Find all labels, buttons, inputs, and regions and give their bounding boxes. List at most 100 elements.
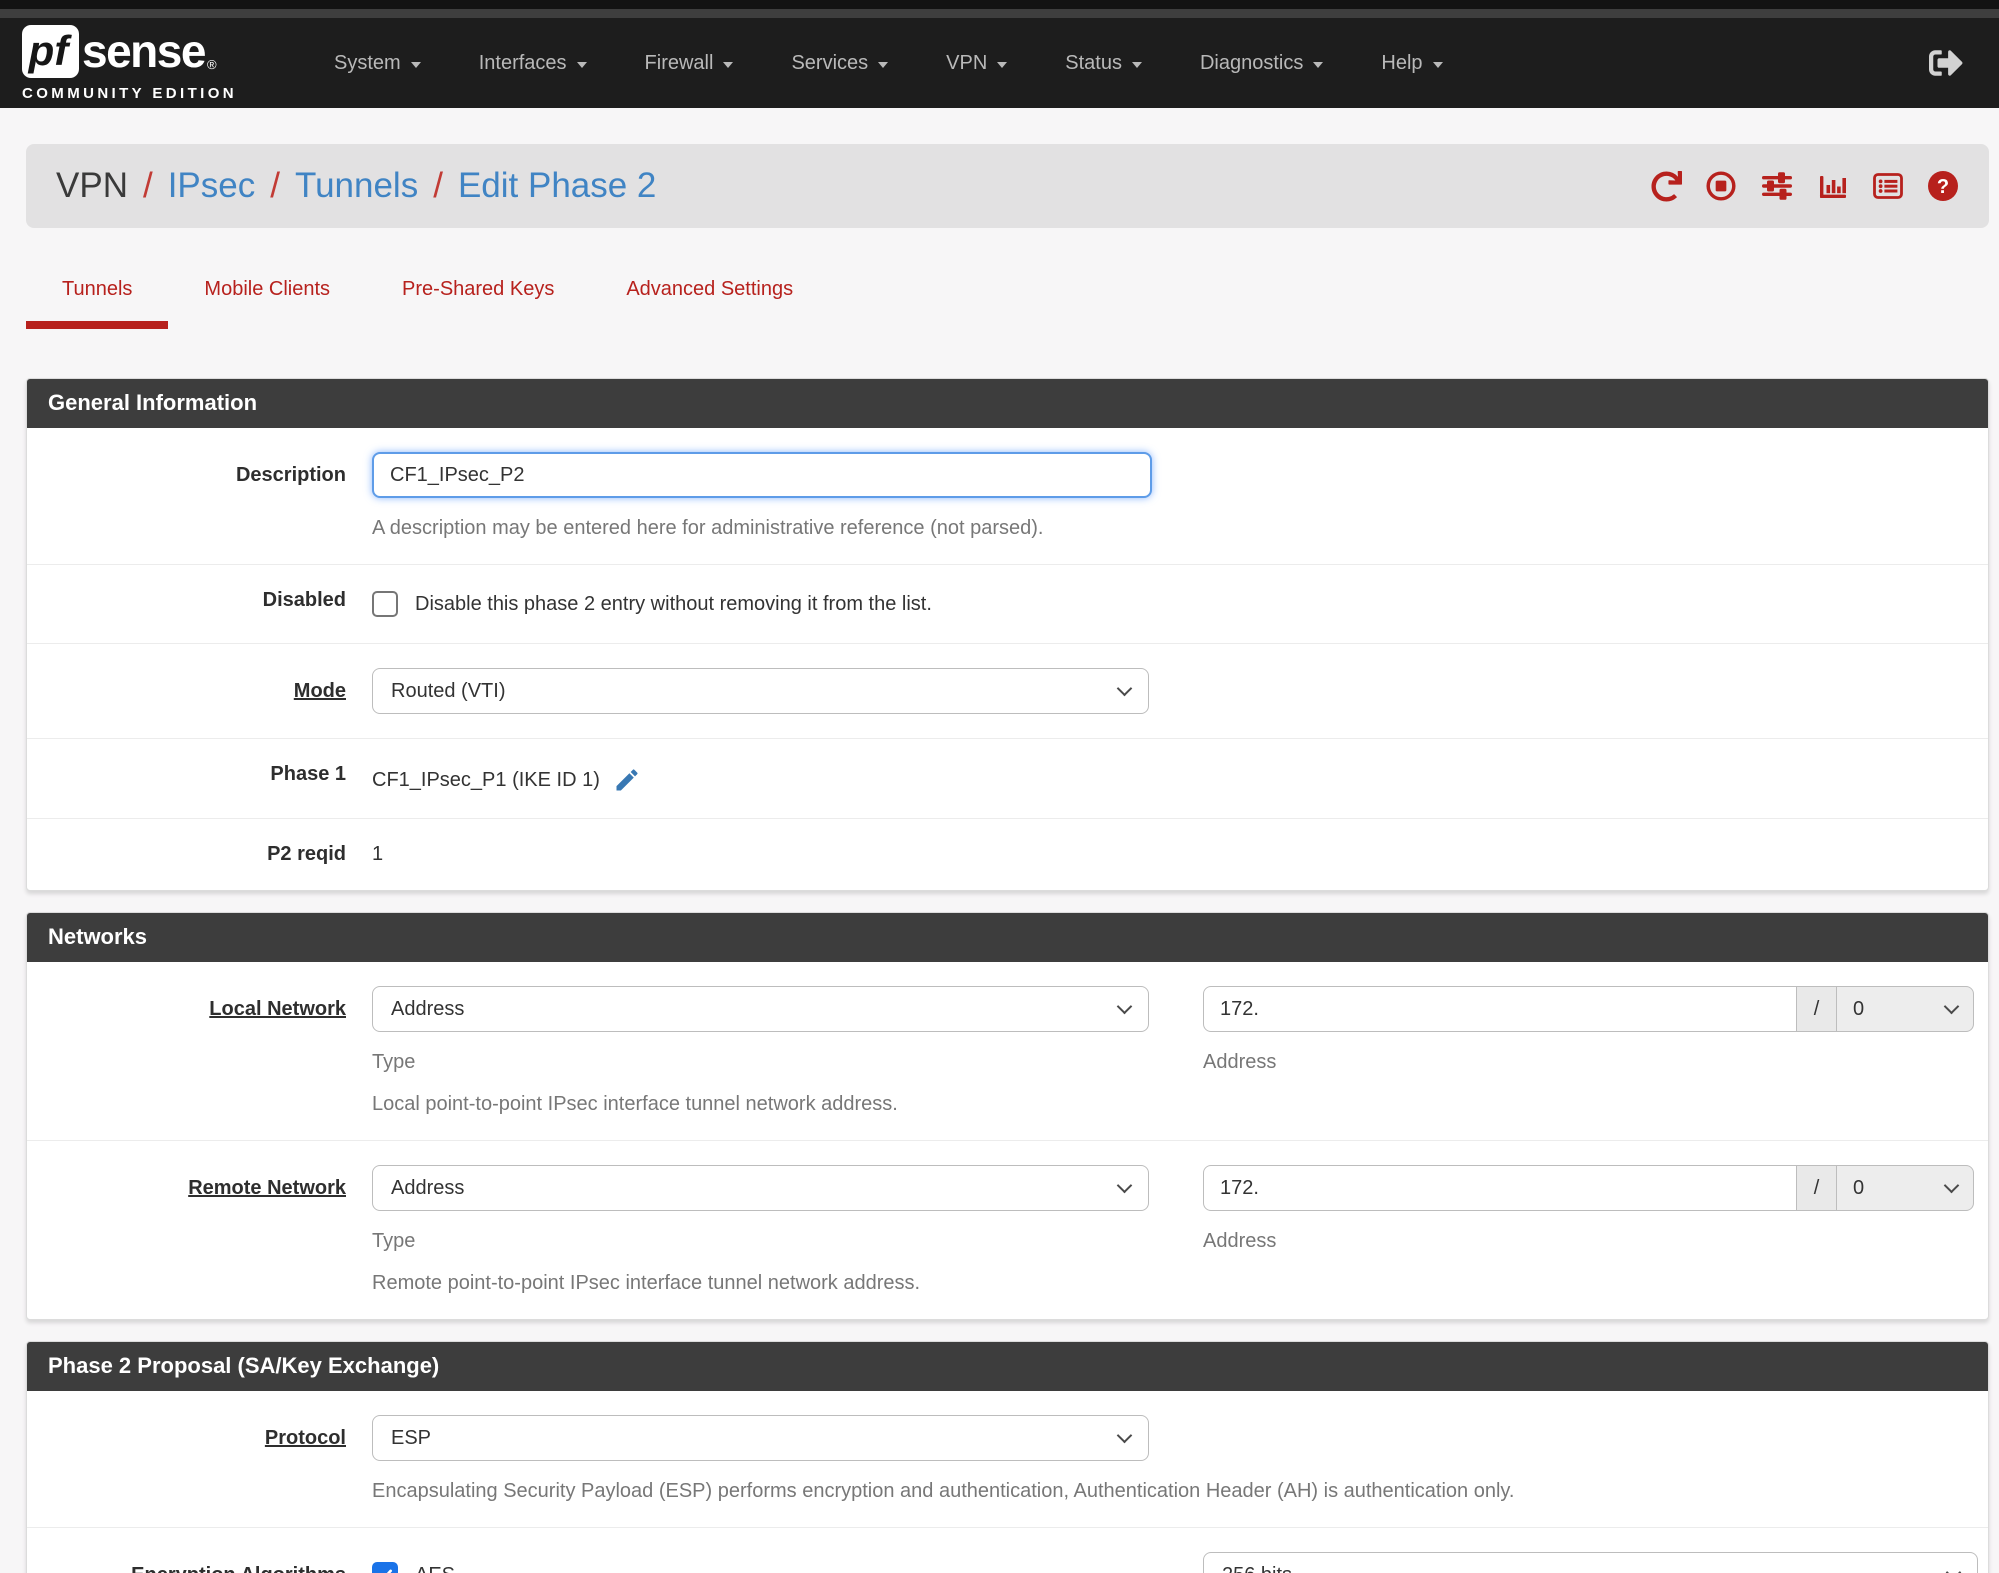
registered-mark: ®: [206, 57, 217, 72]
phase1-row: Phase 1 CF1_IPsec_P1 (IKE ID 1): [27, 738, 1988, 818]
menu-help[interactable]: Help: [1352, 18, 1471, 108]
remote-network-mask-select[interactable]: 0: [1837, 1165, 1974, 1211]
logo-pf-text: pf: [28, 27, 69, 74]
local-network-help: Local point-to-point IPsec interface tun…: [372, 1093, 898, 1115]
remote-network-address-help: Address: [1203, 1230, 1277, 1252]
window-top-strip: [0, 0, 1999, 9]
breadcrumb-separator: /: [433, 166, 443, 205]
description-help: A description may be entered here for ad…: [372, 517, 1044, 539]
mode-row: Mode Routed (VTI): [27, 643, 1988, 738]
menu-firewall[interactable]: Firewall: [616, 18, 763, 108]
local-network-slash-addon: /: [1797, 986, 1837, 1032]
phase2-proposal-panel: Phase 2 Proposal (SA/Key Exchange) Proto…: [26, 1341, 1989, 1573]
remote-network-row: Remote Network Address Type / 0: [27, 1140, 1988, 1319]
pfsense-logo[interactable]: pf sense ® COMMUNITY EDITION: [22, 24, 237, 102]
top-navbar: pf sense ® COMMUNITY EDITION System Inte…: [0, 18, 1999, 108]
tab-advanced-settings[interactable]: Advanced Settings: [590, 278, 829, 329]
p2-reqid-row: P2 reqid 1: [27, 818, 1988, 890]
panel-title-networks: Networks: [27, 913, 1988, 962]
local-network-address-help: Address: [1203, 1051, 1277, 1073]
caret-down-icon: [997, 61, 1008, 68]
caret-down-icon: [1313, 61, 1324, 68]
help-icon[interactable]: ?: [1927, 170, 1959, 202]
breadcrumb-edit-phase-2: Edit Phase 2: [457, 166, 657, 205]
remote-network-address-input[interactable]: [1203, 1165, 1797, 1211]
encryption-algorithms-label: Encryption Algorithms: [27, 1552, 372, 1573]
local-network-type-select[interactable]: Address: [372, 986, 1149, 1032]
protocol-row: Protocol ESP Encapsulating Security Payl…: [27, 1391, 1988, 1527]
chevron-down-icon: [1945, 1564, 1962, 1573]
phase1-value: CF1_IPsec_P1 (IKE ID 1): [372, 768, 600, 791]
menu-vpn[interactable]: VPN: [917, 18, 1036, 108]
remote-network-type-help: Type: [372, 1230, 416, 1252]
menu-interfaces[interactable]: Interfaces: [450, 18, 616, 108]
p2-reqid-label: P2 reqid: [267, 843, 346, 865]
menu-system[interactable]: System: [305, 18, 450, 108]
description-label: Description: [235, 464, 346, 486]
chevron-down-icon: [1116, 680, 1133, 696]
breadcrumb-tunnels[interactable]: Tunnels: [295, 166, 418, 206]
local-network-mask-select[interactable]: 0: [1837, 986, 1974, 1032]
caret-down-icon: [723, 61, 734, 68]
chevron-down-icon: [1943, 1177, 1960, 1193]
local-network-row: Local Network Address Type / 0: [27, 962, 1988, 1140]
disabled-checkbox-label: Disable this phase 2 entry without remov…: [415, 592, 932, 615]
menu-status[interactable]: Status: [1036, 18, 1171, 108]
chevron-down-icon: [1943, 998, 1960, 1014]
logo-sense-text: sense: [82, 25, 206, 77]
caret-down-icon: [576, 61, 587, 68]
sign-out-icon[interactable]: [1929, 46, 1963, 80]
disabled-checkbox[interactable]: [372, 591, 398, 617]
tab-pre-shared-keys[interactable]: Pre-Shared Keys: [366, 278, 590, 329]
protocol-select[interactable]: ESP: [372, 1415, 1149, 1461]
caret-down-icon: [410, 61, 421, 68]
menu-services[interactable]: Services: [762, 18, 917, 108]
tab-tunnels[interactable]: Tunnels: [26, 278, 169, 329]
caret-down-icon: [1131, 61, 1142, 68]
remote-network-type-select[interactable]: Address: [372, 1165, 1149, 1211]
local-network-label: Local Network: [209, 998, 346, 1020]
disabled-row: Disabled Disable this phase 2 entry with…: [27, 564, 1988, 643]
breadcrumb-bar: VPN / IPsec / Tunnels / Edit Phase 2 ?: [26, 144, 1989, 228]
aes-checkbox-label: AES: [415, 1564, 455, 1573]
phase1-label: Phase 1: [270, 763, 346, 785]
p2-reqid-value: 1: [372, 843, 384, 865]
tab-mobile-clients[interactable]: Mobile Clients: [168, 278, 366, 329]
mode-select[interactable]: Routed (VTI): [372, 668, 1149, 714]
menu-diagnostics[interactable]: Diagnostics: [1171, 18, 1352, 108]
pf-logo-box: pf: [22, 24, 79, 78]
caret-down-icon: [878, 61, 889, 68]
refresh-icon[interactable]: [1651, 170, 1682, 202]
remote-network-help: Remote point-to-point IPsec interface tu…: [372, 1272, 921, 1294]
protocol-label: Protocol: [264, 1427, 346, 1449]
encryption-aes-row: Encryption Algorithms AES 256 bits: [27, 1527, 1988, 1573]
breadcrumb-separator: /: [270, 166, 280, 205]
panel-title-general-information: General Information: [27, 379, 1988, 428]
chevron-down-icon: [1116, 1177, 1133, 1193]
breadcrumb-vpn: VPN: [56, 166, 128, 205]
remote-network-slash-addon: /: [1797, 1165, 1837, 1211]
description-input[interactable]: [372, 452, 1152, 498]
breadcrumb-ipsec[interactable]: IPsec: [168, 166, 256, 206]
sliders-icon[interactable]: [1760, 170, 1794, 202]
local-network-type-help: Type: [372, 1051, 416, 1073]
page-action-icons: ?: [1651, 170, 1959, 202]
aes-bits-select[interactable]: 256 bits: [1203, 1552, 1978, 1573]
panel-title-phase2-proposal: Phase 2 Proposal (SA/Key Exchange): [27, 1342, 1988, 1391]
aes-checkbox[interactable]: [372, 1562, 398, 1573]
chevron-down-icon: [1116, 998, 1133, 1014]
protocol-help: Encapsulating Security Payload (ESP) per…: [372, 1480, 1515, 1502]
logo-subtitle: COMMUNITY EDITION: [22, 85, 238, 102]
edit-pencil-icon[interactable]: [613, 766, 641, 794]
description-row: Description A description may be entered…: [27, 428, 1988, 564]
local-network-address-input[interactable]: [1203, 986, 1797, 1032]
log-list-icon[interactable]: [1872, 170, 1904, 202]
ipsec-tabs: Tunnels Mobile Clients Pre-Shared Keys A…: [26, 278, 1989, 329]
svg-text:?: ?: [1937, 176, 1949, 198]
networks-panel: Networks Local Network Address Type /: [26, 912, 1989, 1320]
stop-circle-icon[interactable]: [1705, 170, 1737, 202]
bar-chart-icon[interactable]: [1817, 170, 1849, 202]
remote-network-label: Remote Network: [188, 1177, 346, 1199]
breadcrumb: VPN / IPsec / Tunnels / Edit Phase 2: [56, 166, 656, 206]
main-menu: System Interfaces Firewall Services VPN …: [305, 18, 1471, 108]
